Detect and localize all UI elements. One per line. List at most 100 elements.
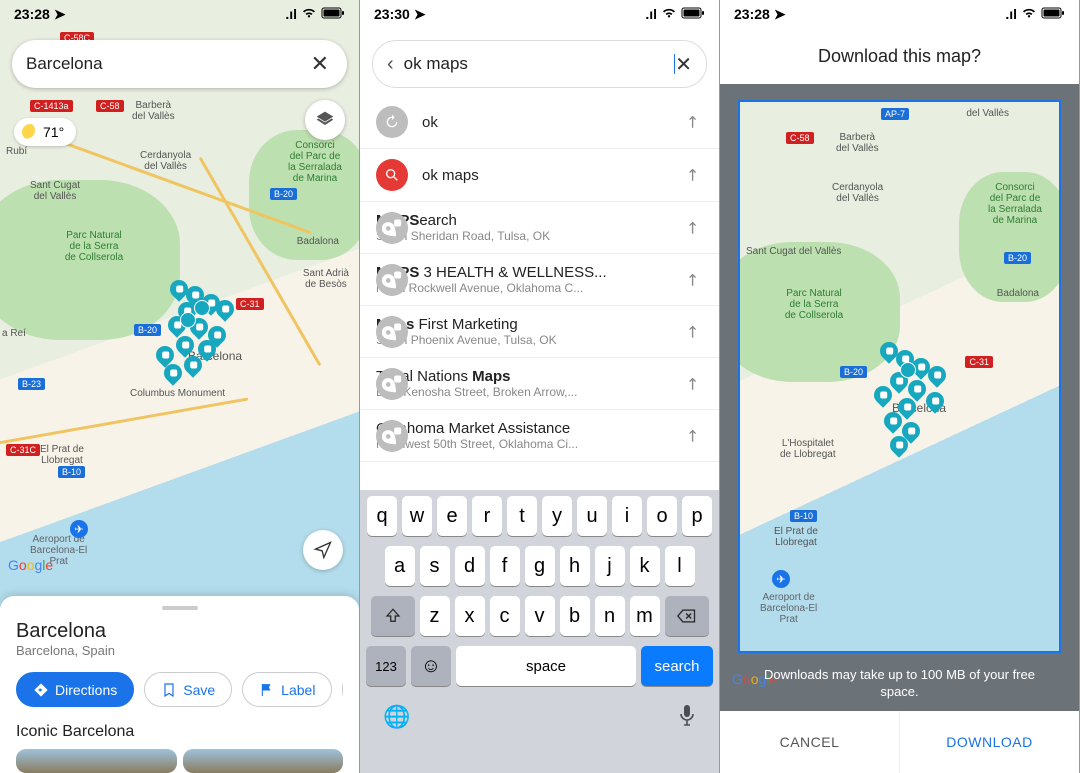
selection-rect[interactable]: AP-7 C-58 B-20 B-20 C-31 B-10 del Vallès…	[738, 100, 1061, 653]
clear-icon[interactable]: ✕	[307, 47, 333, 81]
back-button[interactable]: ‹	[387, 53, 404, 76]
more-button[interactable]: ⋯	[342, 672, 343, 707]
section-title: Iconic Barcelona	[16, 723, 343, 741]
screen-download-map: 23:28➤ .ıl Download this map? AP-7 C-58 …	[720, 0, 1080, 773]
clear-icon[interactable]: ✕	[675, 52, 692, 77]
wifi-icon	[661, 6, 677, 22]
insert-arrow-icon[interactable]: ↖	[675, 366, 710, 401]
insert-arrow-icon[interactable]: ↖	[675, 210, 710, 245]
location-arrow-icon: ➤	[54, 6, 66, 23]
screen-map-result: C-58C C-1413a C-58 B-20 C-31 B-20 B-23 C…	[0, 0, 360, 773]
key-b[interactable]: b	[560, 596, 590, 636]
key-u[interactable]: u	[577, 496, 607, 536]
space-key[interactable]: space	[456, 646, 636, 686]
airport-icon: ✈	[70, 520, 88, 538]
map-place-label: El Prat de Llobregat	[40, 444, 84, 466]
insert-arrow-icon[interactable]: ↖	[675, 418, 710, 453]
key-r[interactable]: r	[472, 496, 502, 536]
suggestion-list: ok↖ok maps↖MAPSearchSouth Sheridan Road,…	[360, 96, 719, 490]
status-icons: .ıl	[645, 6, 705, 22]
key-o[interactable]: o	[647, 496, 677, 536]
key-g[interactable]: g	[525, 546, 555, 586]
label-button[interactable]: Label	[242, 672, 332, 707]
route-badge: B-10	[58, 466, 85, 478]
shift-key[interactable]	[371, 596, 415, 636]
suggestion-item[interactable]: Oklahoma Market AssistanceNorthwest 50th…	[360, 410, 719, 462]
search-bar[interactable]: ✕	[12, 40, 347, 88]
key-t[interactable]: t	[507, 496, 537, 536]
key-x[interactable]: x	[455, 596, 485, 636]
key-k[interactable]: k	[630, 546, 660, 586]
suggestion-item[interactable]: MAPS 3 HEALTH & WELLNESS...North Rockwel…	[360, 254, 719, 306]
key-j[interactable]: j	[595, 546, 625, 586]
location-arrow-icon: ➤	[414, 6, 426, 23]
route-badge: C-31	[236, 298, 264, 310]
route-badge: B-20	[840, 366, 867, 378]
dialog-title: Download this map?	[720, 40, 1079, 83]
photo-thumbnail[interactable]	[16, 749, 177, 773]
search-input[interactable]	[404, 54, 674, 74]
backspace-key[interactable]	[665, 596, 709, 636]
key-l[interactable]: l	[665, 546, 695, 586]
shift-icon	[384, 607, 402, 625]
photo-thumbnail[interactable]	[183, 749, 344, 773]
key-n[interactable]: n	[595, 596, 625, 636]
key-z[interactable]: z	[420, 596, 450, 636]
dialog-buttons: CANCEL DOWNLOAD	[720, 711, 1079, 773]
key-c[interactable]: c	[490, 596, 520, 636]
status-bar: 23:28➤ .ıl	[720, 0, 1079, 28]
map-place-label: Parc Natural de la Serra de Collserola	[54, 230, 134, 263]
grabber-handle[interactable]	[162, 606, 198, 610]
directions-button[interactable]: Directions	[16, 672, 134, 707]
suggestion-text: ok	[422, 114, 668, 131]
key-a[interactable]: a	[385, 546, 415, 586]
suggestion-item[interactable]: ok maps ↖	[360, 149, 719, 202]
route-badge: C-31C	[6, 444, 40, 456]
save-button[interactable]: Save	[144, 672, 232, 707]
search-key[interactable]: search	[641, 646, 713, 686]
suggestion-text: ok maps	[422, 167, 668, 184]
dictation-key[interactable]	[678, 704, 696, 732]
insert-arrow-icon[interactable]: ↖	[675, 158, 710, 193]
layers-button[interactable]	[305, 100, 345, 140]
key-w[interactable]: w	[402, 496, 432, 536]
google-logo: Google	[8, 557, 53, 573]
search-bar[interactable]: ‹ ✕	[372, 40, 707, 88]
insert-arrow-icon[interactable]: ↖	[675, 314, 710, 349]
status-icons: .ıl	[1005, 6, 1065, 22]
key-s[interactable]: s	[420, 546, 450, 586]
emoji-key[interactable]: ☺	[411, 646, 451, 686]
keyboard: qwertyuiop asdfghjkl zxcvbnm 123 ☺ space…	[360, 490, 719, 773]
history-icon	[376, 106, 408, 138]
cancel-button[interactable]: CANCEL	[720, 711, 899, 773]
suggestion-item[interactable]: ok ↖	[360, 96, 719, 149]
insert-arrow-icon[interactable]: ↖	[675, 105, 710, 140]
suggestion-item[interactable]: MAPSearchSouth Sheridan Road, Tulsa, OK↖	[360, 202, 719, 254]
wifi-icon	[1021, 6, 1037, 22]
key-v[interactable]: v	[525, 596, 555, 636]
screen-search-suggestions: 23:30➤ .ıl ‹ ✕ ok↖ok maps↖MAPSearchSouth…	[360, 0, 720, 773]
numbers-key[interactable]: 123	[366, 646, 406, 686]
download-button[interactable]: DOWNLOAD	[900, 711, 1079, 773]
backspace-icon	[677, 608, 697, 624]
suggestion-item[interactable]: Maps First MarketingSouth Phoenix Avenue…	[360, 306, 719, 358]
my-location-button[interactable]	[303, 530, 343, 570]
key-e[interactable]: e	[437, 496, 467, 536]
key-h[interactable]: h	[560, 546, 590, 586]
key-m[interactable]: m	[630, 596, 660, 636]
key-p[interactable]: p	[682, 496, 712, 536]
search-input[interactable]	[26, 54, 307, 74]
weather-chip[interactable]: 71°	[14, 118, 76, 146]
key-d[interactable]: d	[455, 546, 485, 586]
key-q[interactable]: q	[367, 496, 397, 536]
place-bottom-sheet[interactable]: Barcelona Barcelona, Spain Directions Sa…	[0, 596, 359, 773]
key-y[interactable]: y	[542, 496, 572, 536]
suggestion-item[interactable]: Tribal Nations MapsEast Kenosha Street, …	[360, 358, 719, 410]
place-title: Barcelona	[16, 620, 343, 643]
route-badge: C-58	[786, 132, 814, 144]
key-f[interactable]: f	[490, 546, 520, 586]
suggestion-text: Oklahoma Market AssistanceNorthwest 50th…	[376, 420, 668, 451]
key-i[interactable]: i	[612, 496, 642, 536]
globe-key[interactable]: 🌐	[383, 704, 410, 732]
insert-arrow-icon[interactable]: ↖	[675, 262, 710, 297]
